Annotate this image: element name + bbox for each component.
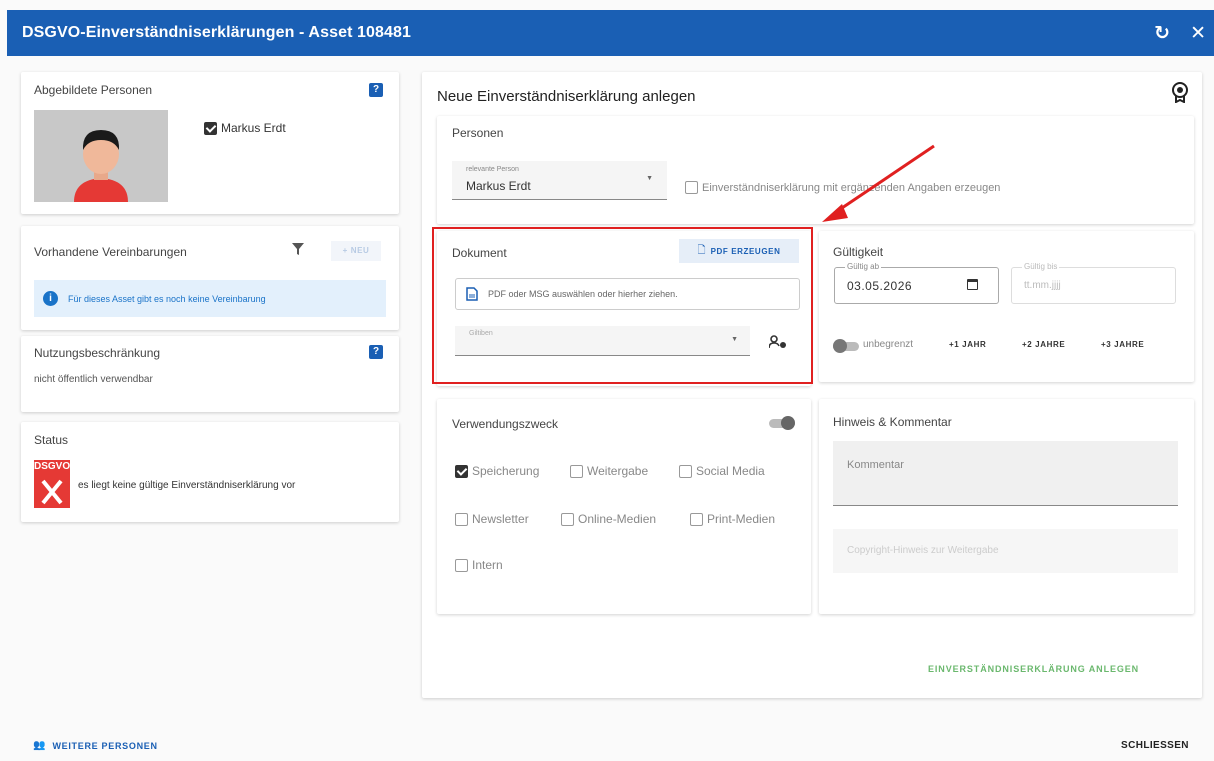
refresh-icon[interactable]: ↻	[1154, 24, 1170, 43]
purpose-toggle-thumb	[781, 416, 795, 430]
purpose-option-label: Speicherung	[472, 464, 540, 478]
valid-from-value: 03.05.2026	[847, 279, 913, 293]
close-icon[interactable]: ✕	[1190, 24, 1206, 43]
award-icon	[1170, 81, 1190, 106]
valid-to-field[interactable]: Gültig bis tt.mm.jjjj	[1011, 262, 1176, 304]
purpose-checkbox[interactable]	[561, 512, 574, 526]
cross-icon	[41, 479, 63, 505]
copyright-field[interactable]: Copyright-Hinweis zur Weitergabe	[833, 529, 1178, 573]
purpose-checkbox[interactable]	[679, 464, 692, 478]
persons-section-title: Personen	[452, 126, 504, 140]
relevant-person-label: relevante Person	[466, 166, 519, 173]
validity-section-title: Gültigkeit	[833, 245, 884, 259]
no-agreement-info: i Für dieses Asset gibt es noch keine Ve…	[34, 280, 386, 317]
restriction-value: nicht öffentlich verwendbar	[34, 374, 153, 385]
purpose-option-label: Social Media	[696, 464, 765, 478]
dialog-titlebar: DSGVO-Einverständniserklärungen - Asset …	[7, 10, 1214, 56]
person-avatar	[34, 110, 168, 202]
dialog-title: DSGVO-Einverständniserklärungen - Asset …	[22, 24, 412, 41]
comment-field[interactable]: Kommentar	[833, 441, 1178, 506]
highlight-arrow	[822, 144, 935, 222]
purpose-option[interactable]: Newsletter	[455, 512, 529, 526]
calendar-icon[interactable]	[967, 279, 978, 290]
person-checkbox[interactable]: Markus Erdt	[204, 121, 286, 135]
purpose-option[interactable]: Weitergabe	[570, 464, 648, 478]
plus-one-year-button[interactable]: +1 JAHR	[949, 340, 986, 349]
purpose-checkbox[interactable]	[455, 558, 468, 572]
restriction-card: Nutzungsbeschränkung ? nicht öffentlich …	[21, 336, 399, 412]
restriction-card-title: Nutzungsbeschränkung	[34, 346, 161, 360]
valid-to-placeholder: tt.mm.jjjj	[1024, 280, 1061, 291]
main-title: Neue Einverständniserklärung anlegen	[437, 88, 696, 105]
plus-three-years-button[interactable]: +3 JAHRE	[1101, 340, 1144, 349]
persons-card-title: Abgebildete Personen	[34, 83, 153, 97]
group-icon: 👥	[33, 740, 46, 751]
purpose-toggle[interactable]	[767, 416, 795, 430]
purpose-checkbox[interactable]	[455, 512, 468, 526]
person-avatar-icon	[74, 130, 128, 202]
purpose-section-title: Verwendungszweck	[452, 417, 559, 431]
more-persons-label: WEITERE PERSONEN	[52, 740, 158, 751]
agreements-card-title: Vorhandene Vereinbarungen	[34, 245, 187, 259]
copyright-placeholder: Copyright-Hinweis zur Weitergabe	[847, 545, 999, 556]
notes-section-title: Hinweis & Kommentar	[833, 415, 952, 429]
valid-from-label: Gültig ab	[845, 262, 882, 271]
purpose-option[interactable]: Social Media	[679, 464, 765, 478]
relevant-person-select[interactable]: relevante Person Markus Erdt ▼	[452, 161, 667, 200]
purpose-checkbox[interactable]	[455, 464, 468, 478]
new-agreement-button[interactable]: + NEU	[331, 241, 381, 261]
persons-card: Abgebildete Personen ? Markus Erdt	[21, 72, 399, 214]
purpose-option[interactable]: Print-Medien	[690, 512, 775, 526]
no-agreement-text: Für dieses Asset gibt es noch keine Vere…	[68, 293, 266, 304]
purpose-option[interactable]: Intern	[455, 558, 503, 572]
purpose-option-label: Newsletter	[472, 512, 529, 526]
unlimited-toggle-thumb	[833, 339, 847, 353]
info-icon: i	[43, 291, 58, 306]
purpose-section: Verwendungszweck Speicherung Weitergabe …	[437, 399, 811, 614]
agreements-card: Vorhandene Vereinbarungen + NEU i Für di…	[21, 226, 399, 330]
dropdown-arrow-icon: ▼	[646, 175, 653, 182]
valid-from-field[interactable]: Gültig ab 03.05.2026	[834, 262, 999, 304]
person-checkbox-box[interactable]	[204, 121, 217, 135]
highlight-box	[432, 227, 813, 384]
purpose-option-label: Print-Medien	[707, 512, 776, 526]
purpose-option[interactable]: Speicherung	[455, 464, 539, 478]
extended-info-checkbox-box[interactable]	[685, 181, 698, 194]
help-icon[interactable]: ?	[369, 345, 383, 359]
purpose-option-label: Weitergabe	[587, 464, 649, 478]
validity-section: Gültigkeit Gültig ab 03.05.2026 Gültig b…	[819, 231, 1194, 382]
dsgvo-status-badge: DSGVO	[34, 460, 70, 508]
unlimited-toggle[interactable]	[833, 339, 861, 353]
purpose-option-label: Online-Medien	[578, 512, 657, 526]
purpose-checkbox[interactable]	[690, 512, 703, 526]
status-card: Status DSGVO es liegt keine gültige Einv…	[21, 422, 399, 522]
close-dialog-button[interactable]: SCHLIESSEN	[1121, 740, 1189, 751]
notes-section: Hinweis & Kommentar Kommentar Copyright-…	[819, 399, 1194, 614]
unlimited-label: unbegrenzt	[863, 339, 914, 350]
plus-two-years-button[interactable]: +2 JAHRE	[1022, 340, 1065, 349]
person-checkbox-label: Markus Erdt	[221, 121, 286, 135]
relevant-person-value: Markus Erdt	[466, 179, 531, 193]
status-text: es liegt keine gültige Einverständniserk…	[78, 480, 296, 491]
dsgvo-badge-text: DSGVO	[34, 461, 71, 472]
more-persons-button[interactable]: 👥 WEITERE PERSONEN	[33, 740, 158, 751]
purpose-checkbox[interactable]	[570, 464, 583, 478]
status-card-title: Status	[34, 433, 69, 447]
purpose-option-label: Intern	[472, 558, 503, 572]
purpose-option[interactable]: Online-Medien	[561, 512, 656, 526]
valid-to-label: Gültig bis	[1022, 262, 1060, 271]
help-icon[interactable]: ?	[369, 83, 383, 97]
filter-icon[interactable]	[292, 243, 304, 258]
create-consent-button[interactable]: EINVERSTÄNDNISERKLÄRUNG ANLEGEN	[928, 664, 1139, 674]
comment-placeholder: Kommentar	[847, 459, 904, 471]
